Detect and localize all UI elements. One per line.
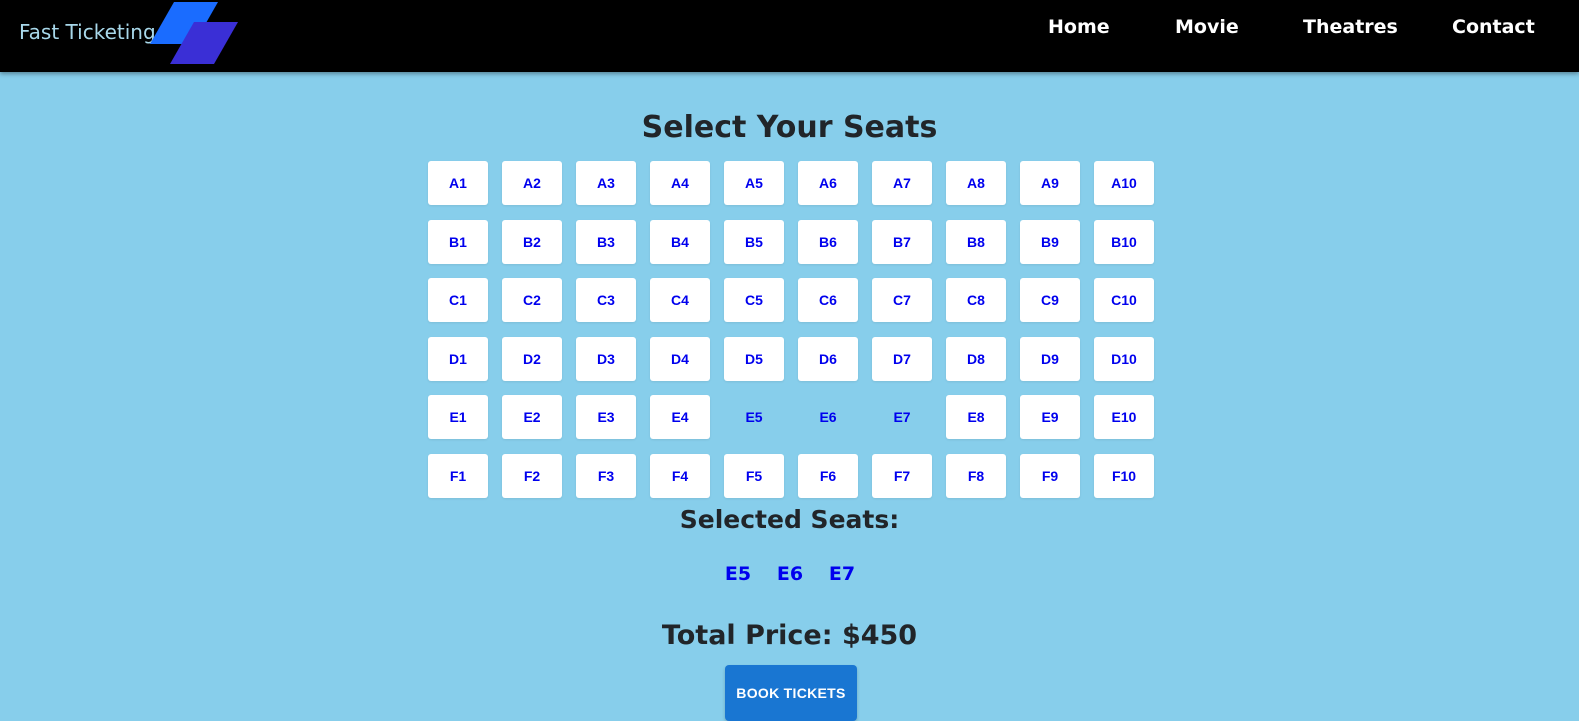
- seat-button-e6[interactable]: E6: [798, 395, 858, 439]
- seat-button-e5[interactable]: E5: [724, 395, 784, 439]
- seat-button-a2[interactable]: A2: [502, 161, 562, 205]
- seat-button-c3[interactable]: C3: [576, 278, 636, 322]
- seat-button-a4[interactable]: A4: [650, 161, 710, 205]
- seat-button-e1[interactable]: E1: [428, 395, 488, 439]
- seat-button-e3[interactable]: E3: [576, 395, 636, 439]
- seat-button-d3[interactable]: D3: [576, 337, 636, 381]
- seat-button-b2[interactable]: B2: [502, 220, 562, 264]
- brand-name[interactable]: Fast Ticketing: [19, 20, 156, 44]
- page-title: Select Your Seats: [641, 110, 938, 145]
- selected-seats-list: E5 E6 E7: [0, 562, 1579, 588]
- seat-button-a3[interactable]: A3: [576, 161, 636, 205]
- seat-button-b1[interactable]: B1: [428, 220, 488, 264]
- seat-button-a10[interactable]: A10: [1094, 161, 1154, 205]
- seat-button-c2[interactable]: C2: [502, 278, 562, 322]
- seat-button-a8[interactable]: A8: [946, 161, 1006, 205]
- seat-button-d6[interactable]: D6: [798, 337, 858, 381]
- seat-button-c8[interactable]: C8: [946, 278, 1006, 322]
- selected-seat: E6: [776, 563, 804, 585]
- seat-button-f6[interactable]: F6: [798, 454, 858, 498]
- seat-button-c4[interactable]: C4: [650, 278, 710, 322]
- seat-button-c1[interactable]: C1: [428, 278, 488, 322]
- seat-button-c7[interactable]: C7: [872, 278, 932, 322]
- seat-button-b10[interactable]: B10: [1094, 220, 1154, 264]
- seat-button-a1[interactable]: A1: [428, 161, 488, 205]
- seat-button-e2[interactable]: E2: [502, 395, 562, 439]
- seat-button-d9[interactable]: D9: [1020, 337, 1080, 381]
- seat-button-e4[interactable]: E4: [650, 395, 710, 439]
- seat-button-a9[interactable]: A9: [1020, 161, 1080, 205]
- seat-button-d2[interactable]: D2: [502, 337, 562, 381]
- nav-contact-link[interactable]: Contact: [1452, 16, 1535, 38]
- selected-seat: E5: [724, 563, 752, 585]
- seat-button-f10[interactable]: F10: [1094, 454, 1154, 498]
- seat-button-e10[interactable]: E10: [1094, 395, 1154, 439]
- seat-button-f1[interactable]: F1: [428, 454, 488, 498]
- navbar: Fast Ticketing Home Movie Theatres Conta…: [0, 0, 1579, 72]
- seat-button-a5[interactable]: A5: [724, 161, 784, 205]
- seat-button-c9[interactable]: C9: [1020, 278, 1080, 322]
- seat-button-b4[interactable]: B4: [650, 220, 710, 264]
- seat-button-d5[interactable]: D5: [724, 337, 784, 381]
- seat-button-d8[interactable]: D8: [946, 337, 1006, 381]
- brand-logo-icon: [150, 2, 238, 64]
- seat-button-d4[interactable]: D4: [650, 337, 710, 381]
- seat-button-d10[interactable]: D10: [1094, 337, 1154, 381]
- total-price: Total Price: $450: [661, 620, 918, 651]
- book-tickets-button[interactable]: BOOK TICKETS: [725, 665, 857, 721]
- seat-button-f2[interactable]: F2: [502, 454, 562, 498]
- seat-button-b6[interactable]: B6: [798, 220, 858, 264]
- seat-button-d1[interactable]: D1: [428, 337, 488, 381]
- seat-button-f9[interactable]: F9: [1020, 454, 1080, 498]
- seat-button-f8[interactable]: F8: [946, 454, 1006, 498]
- seat-button-b5[interactable]: B5: [724, 220, 784, 264]
- seat-button-b3[interactable]: B3: [576, 220, 636, 264]
- nav-movie-link[interactable]: Movie: [1175, 16, 1239, 38]
- seat-button-f7[interactable]: F7: [872, 454, 932, 498]
- nav-theatres-link[interactable]: Theatres: [1303, 16, 1398, 38]
- seat-button-e8[interactable]: E8: [946, 395, 1006, 439]
- seat-button-a6[interactable]: A6: [798, 161, 858, 205]
- seat-button-e7[interactable]: E7: [872, 395, 932, 439]
- seat-button-d7[interactable]: D7: [872, 337, 932, 381]
- seat-button-b8[interactable]: B8: [946, 220, 1006, 264]
- nav-home-link[interactable]: Home: [1048, 16, 1110, 38]
- seat-button-b7[interactable]: B7: [872, 220, 932, 264]
- seat-button-e9[interactable]: E9: [1020, 395, 1080, 439]
- selected-seats-heading: Selected Seats:: [679, 505, 900, 534]
- selected-seat: E7: [828, 563, 856, 585]
- seat-button-f4[interactable]: F4: [650, 454, 710, 498]
- seat-button-a7[interactable]: A7: [872, 161, 932, 205]
- seat-button-b9[interactable]: B9: [1020, 220, 1080, 264]
- seat-button-c6[interactable]: C6: [798, 278, 858, 322]
- seat-button-f3[interactable]: F3: [576, 454, 636, 498]
- seat-button-c10[interactable]: C10: [1094, 278, 1154, 322]
- seat-button-f5[interactable]: F5: [724, 454, 784, 498]
- seat-button-c5[interactable]: C5: [724, 278, 784, 322]
